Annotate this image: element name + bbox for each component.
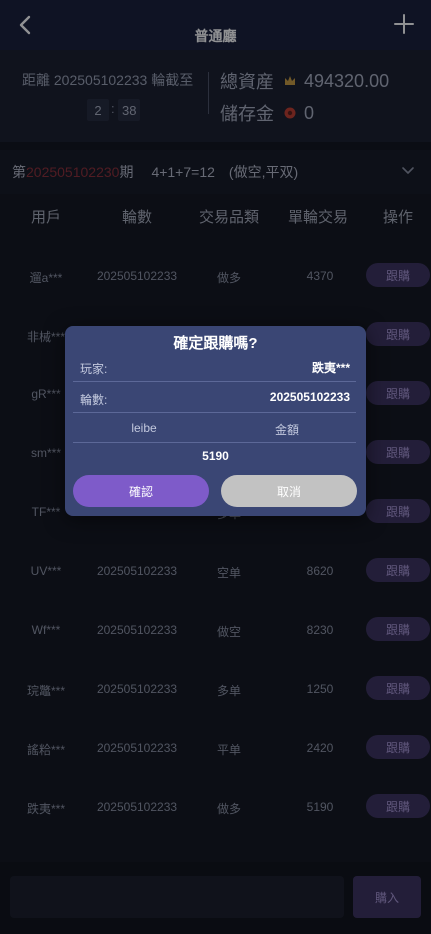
confirm-button[interactable]: 確認 — [73, 475, 209, 507]
dialog-player-row: 玩家: 跌夷*** — [73, 352, 356, 382]
dialog-amount-value: 5190 — [202, 449, 229, 463]
round-label: 輪數: — [80, 393, 108, 407]
category-column-header: leibe — [131, 421, 157, 435]
cancel-button[interactable]: 取消 — [221, 475, 357, 507]
dialog-title: 確定跟購嗎? — [173, 335, 258, 352]
player-label: 玩家: — [80, 362, 108, 376]
amount-column-header: 金額 — [274, 423, 300, 437]
confirm-follow-dialog: 確定跟購嗎? 玩家: 跌夷*** 輪數: 202505102233 leibe … — [65, 326, 366, 516]
dialog-round-row: 輪數: 202505102233 — [73, 383, 356, 413]
dialog-column-headers: leibe 金額 — [73, 413, 356, 443]
player-value: 跌夷*** — [311, 361, 350, 375]
round-value: 202505102233 — [269, 390, 350, 404]
